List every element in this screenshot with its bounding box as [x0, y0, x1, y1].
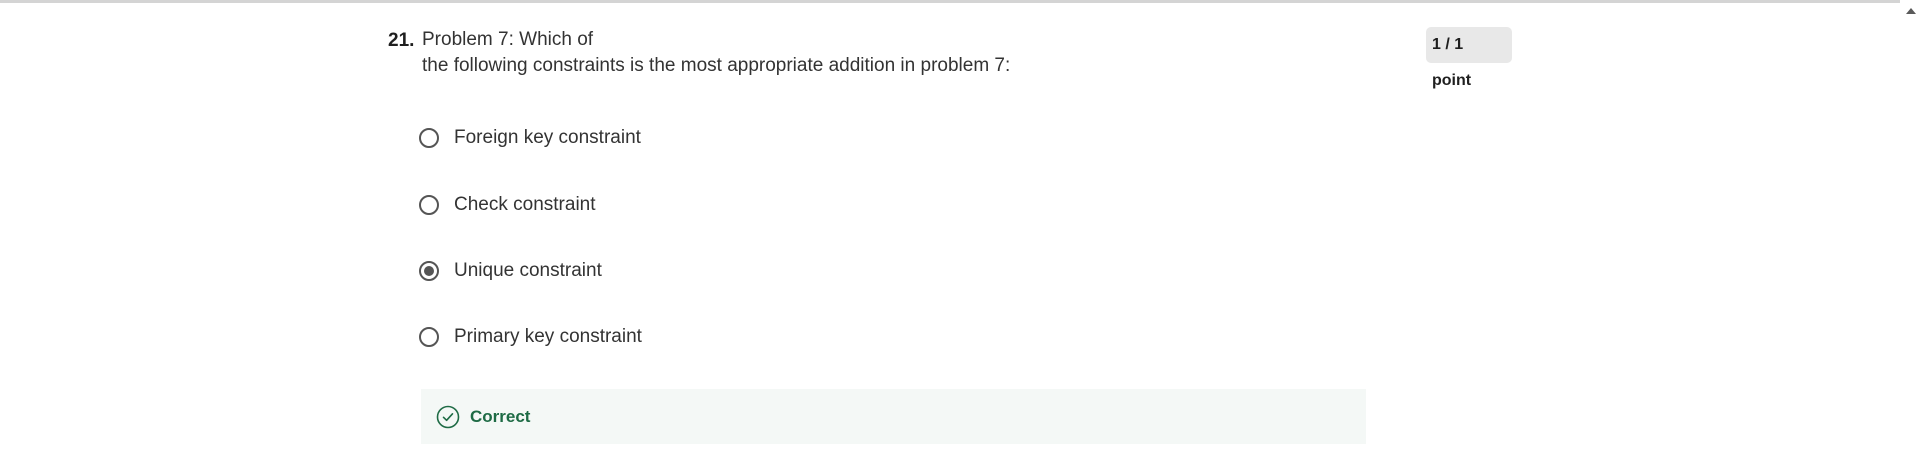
quiz-page: 21. Problem 7: Which of the following co… — [0, 0, 1920, 475]
radio-button[interactable] — [419, 128, 439, 148]
check-circle-icon — [436, 405, 460, 428]
option-primary-key[interactable]: Primary key constraint — [419, 319, 919, 355]
option-label: Unique constraint — [454, 260, 602, 281]
radio-button-selected[interactable] — [419, 261, 439, 281]
option-label: Check constraint — [454, 194, 596, 215]
option-foreign-key[interactable]: Foreign key constraint — [419, 120, 919, 156]
feedback-label: Correct — [470, 406, 531, 426]
option-unique[interactable]: Unique constraint — [419, 253, 919, 289]
option-label: Foreign key constraint — [454, 127, 641, 148]
feedback-correct: Correct — [421, 389, 1366, 444]
scrollbar[interactable] — [1900, 0, 1920, 475]
points-badge: 1 / 1 point — [1426, 27, 1512, 89]
radio-button[interactable] — [419, 327, 439, 347]
option-check[interactable]: Check constraint — [419, 187, 919, 223]
scroll-up-arrow-icon[interactable] — [1906, 8, 1916, 14]
question-number: 21. — [388, 30, 415, 51]
radio-button[interactable] — [419, 195, 439, 215]
option-label: Primary key constraint — [454, 326, 642, 347]
question-text-line-2: the following constraints is the most ap… — [422, 55, 1011, 76]
top-divider — [0, 0, 1900, 3]
question-text: Problem 7: Which of the following constr… — [422, 27, 1010, 79]
question-text-line-1: Problem 7: Which of — [422, 29, 594, 50]
